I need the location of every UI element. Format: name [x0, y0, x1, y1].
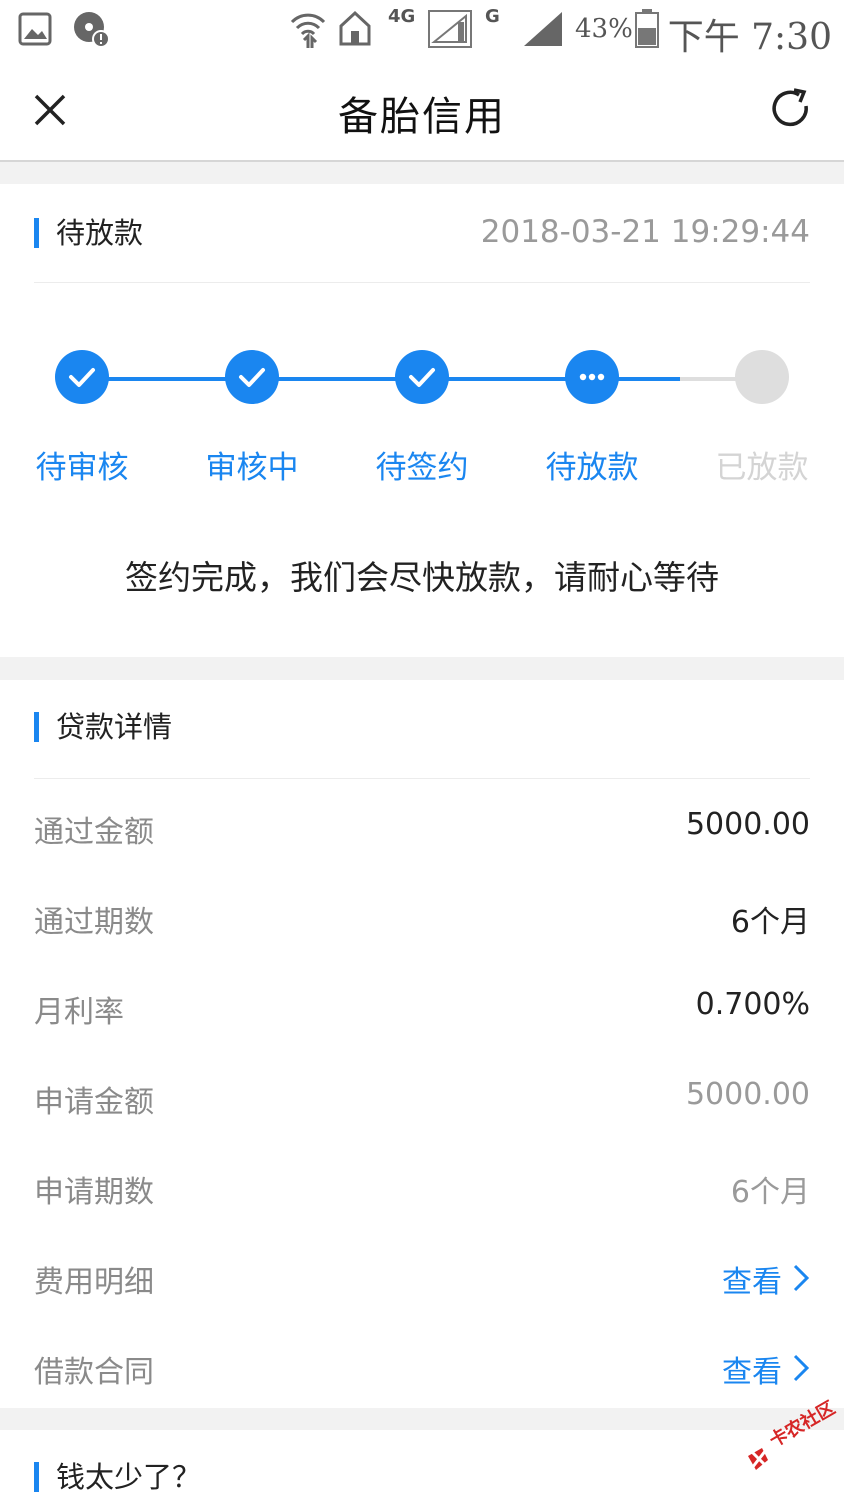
row-label: 通过金额	[34, 815, 154, 850]
more-money-card: 钱太少了？	[0, 1430, 844, 1500]
step-label-3: 待签约	[375, 450, 469, 486]
step-label-2: 审核中	[205, 450, 299, 486]
divider	[34, 778, 810, 779]
view-contract-link[interactable]: 查看	[722, 1347, 782, 1391]
chevron-right-icon[interactable]	[790, 1263, 812, 1293]
detail-row-applied-term: 申请期数 6个月	[34, 1143, 810, 1233]
page-title: 备胎信用	[338, 94, 506, 140]
status-title: 待放款	[34, 216, 143, 250]
step-3-check-icon	[395, 350, 449, 404]
step-4-ellipsis-icon	[565, 350, 619, 404]
row-label: 申请期数	[34, 1175, 154, 1210]
gallery-icon	[18, 12, 52, 46]
clock: 下午 7:30	[667, 17, 832, 58]
network-type-label: 4G	[388, 6, 416, 27]
battery-icon	[635, 9, 659, 48]
signal-icon	[428, 10, 472, 48]
row-label: 月利率	[34, 995, 124, 1030]
row-value: 6个月	[730, 1175, 810, 1210]
detail-row-approved-term: 通过期数 6个月	[34, 873, 810, 963]
chevron-right-icon[interactable]	[790, 1353, 812, 1383]
refresh-icon[interactable]	[768, 86, 814, 132]
status-timestamp: 2018-03-21 19:29:44	[480, 214, 810, 250]
view-fee-details-link[interactable]: 查看	[722, 1257, 782, 1301]
home-icon	[339, 10, 371, 46]
alert-disc-icon	[74, 12, 110, 48]
detail-row-applied-amount: 申请金额 5000.00	[34, 1053, 810, 1143]
row-label: 申请金额	[34, 1085, 154, 1120]
row-label: 通过期数	[34, 905, 154, 940]
detail-row-approved-amount: 通过金额 5000.00	[34, 783, 810, 873]
details-title: 贷款详情	[34, 710, 172, 744]
detail-row-monthly-rate: 月利率 0.700%	[34, 963, 810, 1053]
row-value: 0.700%	[695, 987, 810, 1022]
more-money-title: 钱太少了？	[34, 1460, 201, 1494]
row-value: 5000.00	[685, 807, 810, 842]
step-1-check-icon	[55, 350, 109, 404]
loan-status-card: 待放款 2018-03-21 19:29:44 待审核 审核中 待签约 待放款 …	[0, 184, 844, 657]
step-2-check-icon	[225, 350, 279, 404]
loan-details-card: 贷款详情 通过金额 5000.00 通过期数 6个月 月利率 0.700% 申请…	[0, 680, 844, 1408]
step-label-5: 已放款	[715, 450, 809, 486]
detail-row-fee-details[interactable]: 费用明细 查看	[34, 1233, 810, 1323]
progress-line-pending	[680, 377, 740, 381]
step-label-1: 待审核	[35, 450, 129, 486]
signal-bars-icon	[524, 12, 562, 46]
step-5-pending-icon	[735, 350, 789, 404]
navigation-bar: 备胎信用	[0, 62, 844, 162]
status-message: 签约完成，我们会尽快放款，请耐心等待	[125, 558, 719, 597]
step-label-4: 待放款	[545, 450, 639, 486]
network-type-label-2: G	[485, 6, 500, 27]
status-bar: 4G G 43% 下午 7:30	[0, 0, 844, 62]
row-value: 6个月	[730, 905, 810, 940]
row-label: 借款合同	[34, 1355, 154, 1390]
row-value: 5000.00	[685, 1077, 810, 1112]
wifi-icon	[290, 13, 326, 48]
row-label: 费用明细	[34, 1265, 154, 1300]
detail-row-loan-contract[interactable]: 借款合同 查看	[34, 1323, 810, 1413]
battery-percent: 43%	[575, 14, 633, 44]
divider	[34, 282, 810, 283]
